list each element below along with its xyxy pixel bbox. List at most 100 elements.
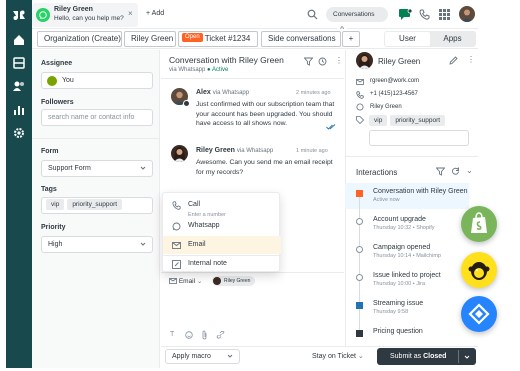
- ticket-marker-icon: [356, 330, 363, 337]
- mailchimp-app-icon[interactable]: [461, 252, 497, 288]
- zendesk-logo-icon[interactable]: [12, 8, 26, 22]
- tags-field[interactable]: vip priority_support: [41, 197, 153, 214]
- ticket-tab[interactable]: Riley Green Hello, can you help me? ×: [32, 3, 138, 27]
- ticket-marker-icon: [356, 302, 363, 309]
- tab-message-preview: Hello, can you help me?: [54, 15, 124, 22]
- message-meta: Riley Green via Whatsapp: [196, 147, 273, 154]
- tab-requester-name: Riley Green: [54, 6, 93, 13]
- read-receipt-icon: [326, 124, 336, 130]
- recipient-name: Riley Green: [224, 278, 251, 284]
- apply-macro-select[interactable]: Apply macro: [165, 349, 240, 364]
- settings-gear-icon[interactable]: [12, 126, 26, 140]
- conversation-more-icon[interactable]: ⋮: [335, 56, 343, 65]
- note-icon: [172, 260, 181, 269]
- tag-priority-support[interactable]: priority_support: [67, 199, 123, 210]
- recipient-chip[interactable]: Riley Green: [212, 276, 256, 286]
- interaction-title: Campaign opened: [373, 244, 431, 251]
- breadcrumb-organization[interactable]: Organization (Create): [37, 31, 122, 47]
- message-meta: Alex via Whatsapp: [196, 89, 249, 96]
- conversation-divider: [161, 78, 344, 79]
- product-sidebar: [6, 0, 32, 368]
- shopify-app-icon[interactable]: [461, 206, 497, 242]
- menu-item-label: Internal note: [188, 260, 227, 267]
- side-conversations-button[interactable]: Side conversations: [261, 31, 341, 47]
- timeline-dot-icon: [356, 218, 363, 225]
- history-icon[interactable]: [318, 57, 327, 66]
- form-value: Support Form: [48, 165, 91, 172]
- priority-label: Priority: [41, 224, 66, 231]
- message-body: Awesome. Can you send me an email receip…: [196, 159, 333, 176]
- menu-item-whatsapp[interactable]: Whatsapp: [163, 217, 281, 235]
- followers-label: Followers: [41, 99, 74, 106]
- recipient-avatar: [213, 277, 221, 285]
- message-time: 1 minute ago: [296, 148, 328, 154]
- home-icon[interactable]: [12, 33, 26, 47]
- conversation-marker-icon: [356, 190, 363, 197]
- reporting-icon[interactable]: [12, 103, 26, 117]
- open-status-badge: Open: [182, 33, 203, 43]
- breadcrumb-ticket[interactable]: Open Ticket #1234: [178, 31, 258, 47]
- priority-value: High: [48, 241, 63, 248]
- chevron-down-icon: [140, 242, 146, 246]
- phone-icon: [172, 201, 181, 210]
- message-channel: via Whatsapp: [236, 148, 274, 154]
- customers-icon[interactable]: [12, 79, 26, 93]
- chevron-down-icon: [227, 354, 233, 358]
- composer-channel-label: Email: [178, 278, 196, 285]
- email-icon: [169, 278, 177, 285]
- menu-item-call[interactable]: Call Enter a number: [163, 196, 281, 218]
- emoji-icon[interactable]: [185, 331, 193, 339]
- conversation-channel-label: via Whatsapp: [169, 67, 206, 73]
- menu-item-label: Call: [188, 201, 201, 208]
- stay-on-ticket-label: Stay on Ticket: [312, 353, 356, 360]
- text-format-icon[interactable]: T: [170, 331, 174, 338]
- timeline-dot-icon: [356, 274, 363, 281]
- message-channel: via Whatsapp: [212, 90, 250, 96]
- menu-item-internal-note[interactable]: Internal note: [163, 255, 281, 273]
- interaction-title: Conversation with Riley Green: [373, 188, 468, 195]
- stay-on-ticket-select[interactable]: Stay on Ticket ⌄: [312, 352, 364, 360]
- interaction-item[interactable]: Conversation with Riley Green Active now: [356, 188, 503, 203]
- assignee-label: Assignee: [41, 60, 73, 67]
- breadcrumb-requester[interactable]: Riley Green: [124, 31, 176, 47]
- add-side-conversation-button[interactable]: +: [342, 31, 360, 47]
- interaction-subtitle: Active now: [373, 197, 400, 203]
- whatsapp-icon: [36, 8, 50, 22]
- menu-item-email[interactable]: Email: [163, 236, 281, 254]
- conversation-title: Conversation with Riley Green: [169, 55, 284, 65]
- assignee-avatar: [47, 76, 57, 86]
- menu-item-label: Email: [188, 241, 206, 248]
- assignee-value: You: [62, 77, 74, 84]
- search-icon[interactable]: [307, 9, 318, 20]
- whatsapp-icon: [172, 222, 181, 231]
- conversation-status: Active: [212, 67, 229, 73]
- email-icon: [172, 242, 181, 249]
- attachment-icon[interactable]: [201, 330, 208, 340]
- message-body: Just confirmed with our subscription tea…: [196, 101, 335, 127]
- requester-avatar: [171, 145, 188, 162]
- link-icon[interactable]: [216, 331, 225, 339]
- message-author: Alex: [196, 89, 211, 96]
- message-author: Riley Green: [196, 147, 235, 154]
- priority-select[interactable]: High: [41, 236, 153, 253]
- timeline-line: [359, 196, 360, 336]
- composer-channel[interactable]: Email ⌄: [169, 277, 202, 285]
- filter-icon[interactable]: [304, 57, 313, 66]
- views-icon[interactable]: [12, 56, 26, 70]
- assignee-field[interactable]: You: [41, 72, 153, 89]
- tag-vip[interactable]: vip: [46, 199, 65, 210]
- close-tab-icon[interactable]: ×: [128, 9, 133, 18]
- channel-menu: Call Enter a number Whatsapp Email Inter…: [162, 192, 281, 273]
- followers-input[interactable]: search name or contact info: [41, 109, 153, 126]
- message-time: 2 minutes ago: [296, 90, 331, 96]
- menu-item-label: Whatsapp: [188, 222, 220, 229]
- jira-app-icon[interactable]: [461, 296, 497, 332]
- form-label: Form: [41, 148, 59, 155]
- form-select[interactable]: Support Form: [41, 160, 153, 177]
- properties-divider: [32, 138, 160, 139]
- agent-status-icon: [183, 100, 190, 107]
- conversation-channel: via Whatsapp ● Active: [169, 67, 229, 73]
- add-tab-button[interactable]: + Add: [146, 10, 164, 17]
- apply-macro-label: Apply macro: [172, 353, 211, 360]
- timeline-dot-icon: [356, 246, 363, 253]
